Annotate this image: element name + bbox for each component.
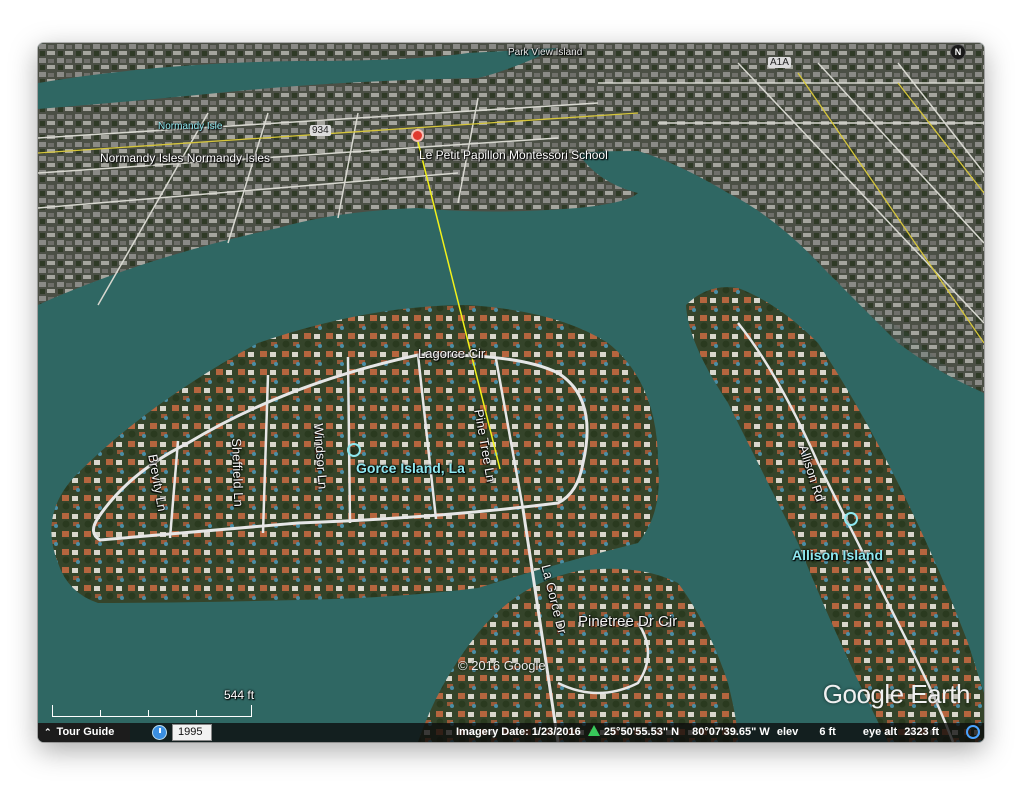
elevation-triangle-icon xyxy=(587,725,600,736)
latitude: 25°50'55.53" N xyxy=(603,726,680,738)
label-allison-island: Allison Island xyxy=(792,547,884,563)
north-compass-icon[interactable]: N xyxy=(950,44,966,60)
tour-caret-icon: ⌃ xyxy=(44,727,52,737)
elev-label: elev xyxy=(776,726,799,738)
route-shield-a1a: A1A xyxy=(768,57,791,68)
loading-icon xyxy=(966,725,980,739)
clock-icon[interactable] xyxy=(152,725,167,740)
google-earth-window: Normandy Isle Normandy Isles Normandy Is… xyxy=(38,43,984,742)
allison-island-place-icon[interactable] xyxy=(844,512,858,526)
historical-year-field[interactable]: 1995 xyxy=(172,724,212,741)
label-normandy-isles: Normandy Isles Normandy Isles xyxy=(100,151,271,165)
label-park-view: Park View Island xyxy=(508,47,583,58)
scale-bar: 544 ft xyxy=(52,688,254,717)
label-sheffield: Sheffield Ln xyxy=(229,438,247,507)
tour-guide-button[interactable]: ⌃ Tour Guide xyxy=(38,723,130,742)
imagery-date: Imagery Date: 1/23/2016 xyxy=(456,726,581,738)
label-school: Le Petit Papillon Montessori School xyxy=(419,148,608,162)
eye-alt-value: 2323 ft xyxy=(904,726,940,738)
label-pinetree-dr: Pinetree Dr Cir xyxy=(578,613,678,630)
label-gorce-island: Gorce Island, La xyxy=(356,460,465,476)
map-view[interactable]: Normandy Isle Normandy Isles Normandy Is… xyxy=(38,43,984,742)
copyright-text: © 2016 Google xyxy=(458,658,546,673)
google-earth-logo: Google Earth xyxy=(822,679,971,709)
status-bar: ⌃ Tour Guide 1995 Imagery Date: 1/23/2016… xyxy=(38,723,984,742)
elev-value: 6 ft xyxy=(819,726,836,738)
eye-alt-label: eye alt xyxy=(862,726,898,738)
status-readout: Imagery Date: 1/23/2016 25°50'55.53" N 8… xyxy=(456,723,943,742)
label-lagorce-cir: Lagorce Cir xyxy=(418,346,486,361)
longitude: 80°07'39.65" W xyxy=(692,726,770,738)
label-normandy-isle: Normandy Isle xyxy=(158,121,223,132)
placemark-pin-icon[interactable] xyxy=(411,129,424,142)
scale-label: 544 ft xyxy=(224,688,255,702)
gorce-island-place-icon[interactable] xyxy=(347,443,361,457)
tour-guide-label: Tour Guide xyxy=(56,726,115,738)
route-shield: 934 xyxy=(310,125,331,136)
